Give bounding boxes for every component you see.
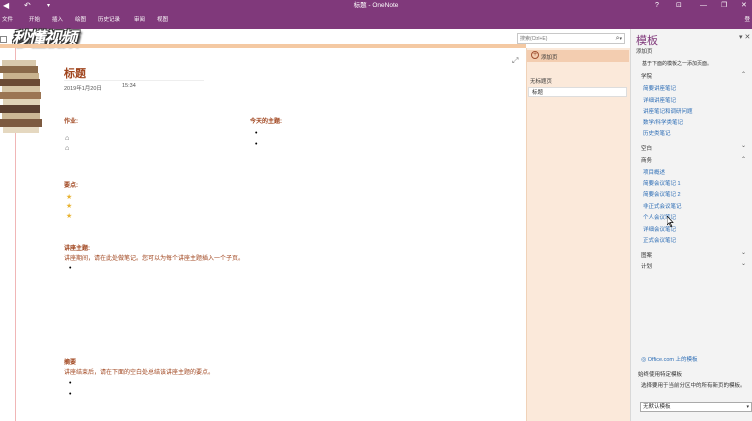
title-bar: ◀ ↶ ▾ 标题 - OneNote ? ⊡ — ❐ ✕ bbox=[0, 0, 752, 12]
chevron-down-icon: ▾ bbox=[746, 404, 749, 410]
add-page-button[interactable]: + 添加页 bbox=[527, 50, 629, 62]
notebook-checkbox[interactable] bbox=[0, 36, 7, 43]
chevron-down-icon[interactable]: ▾ bbox=[739, 34, 743, 41]
bullet-item[interactable]: • bbox=[69, 391, 71, 398]
tab-history[interactable]: 历史记录 bbox=[98, 15, 120, 23]
page-list-item[interactable]: 无标题页 bbox=[530, 77, 552, 85]
bullet-item[interactable]: • bbox=[69, 265, 71, 272]
template-link[interactable]: 历史类笔记 bbox=[643, 129, 671, 137]
template-link[interactable]: 详细讲座笔记 bbox=[643, 96, 676, 104]
title-underline bbox=[64, 80, 204, 81]
chevron-down-icon[interactable]: ⌄ bbox=[741, 142, 746, 149]
star-icon: ★ bbox=[66, 203, 73, 210]
bullet-item[interactable]: • bbox=[69, 380, 71, 387]
star-icon: ★ bbox=[66, 213, 73, 220]
restore-button[interactable]: ❐ bbox=[721, 0, 727, 12]
tab-insert[interactable]: 插入 bbox=[52, 15, 63, 23]
default-template-description: 选择要用于当前分区中的所有新页的模板。 bbox=[641, 383, 746, 389]
lecture-topic-heading[interactable]: 讲座主题: bbox=[64, 243, 90, 252]
office-icon: ◎ bbox=[641, 357, 647, 363]
page-title[interactable]: 标题 bbox=[64, 65, 86, 81]
template-link[interactable]: 正式会议笔记 bbox=[643, 236, 676, 244]
search-input[interactable] bbox=[518, 34, 608, 43]
summary-instructions[interactable]: 讲座结束后，请在下面的空白处总结该讲座主题的要点。 bbox=[64, 367, 214, 376]
sign-in-link[interactable]: 登 bbox=[744, 15, 750, 23]
category-blank[interactable]: 空白 bbox=[641, 144, 652, 152]
category-academic[interactable]: 学院 bbox=[641, 72, 652, 80]
template-link[interactable]: 讲座笔记和调研问题 bbox=[643, 107, 693, 115]
default-template-select[interactable]: 无默认模板 ▾ bbox=[640, 402, 752, 412]
template-link[interactable]: 项目概述 bbox=[643, 168, 665, 176]
templates-description: 基于下面的模板之一添加页面。 bbox=[642, 61, 713, 67]
add-icon: + bbox=[531, 51, 539, 59]
summary-heading[interactable]: 摘要 bbox=[64, 357, 76, 366]
tab-home[interactable]: 开始 bbox=[29, 15, 40, 23]
house-icon: ⌂ bbox=[65, 135, 70, 142]
close-button[interactable]: ✕ bbox=[741, 0, 747, 12]
add-page-label: 添加页 bbox=[541, 55, 558, 61]
default-template-heading: 始终使用特定模板 bbox=[638, 372, 683, 378]
close-icon[interactable]: ✕ bbox=[744, 34, 750, 41]
tab-draw[interactable]: 绘图 bbox=[75, 15, 86, 23]
page-list-panel bbox=[526, 48, 630, 421]
template-link[interactable]: 非正式会议笔记 bbox=[643, 202, 682, 210]
templates-pane-controls[interactable]: ▾ ✕ bbox=[739, 33, 750, 41]
page-list-item-label: 标题 bbox=[532, 90, 544, 96]
house-icon: ⌂ bbox=[65, 145, 70, 152]
page-date: 2019年1月20日 bbox=[64, 86, 102, 92]
chevron-down-icon[interactable]: ⌄ bbox=[741, 249, 746, 256]
template-link[interactable]: 简要讲座笔记 bbox=[643, 84, 676, 92]
chevron-down-icon[interactable]: ⌄ bbox=[741, 260, 746, 267]
homework-heading[interactable]: 作业: bbox=[64, 116, 78, 125]
templates-title: 模板 bbox=[636, 35, 658, 47]
chevron-up-icon[interactable]: ⌃ bbox=[741, 156, 746, 163]
template-link[interactable]: 数学/科学类笔记 bbox=[643, 118, 683, 126]
page-time: 15:34 bbox=[122, 83, 136, 89]
template-link[interactable]: 简要会议笔记 1 bbox=[643, 179, 681, 187]
category-planners[interactable]: 计划 bbox=[641, 262, 652, 270]
ribbon-tabs: 文件 开始 插入 绘图 历史记录 审阅 视图 登 bbox=[0, 12, 752, 29]
bullet-item[interactable]: • bbox=[255, 141, 257, 148]
help-icon[interactable]: ? bbox=[655, 0, 659, 12]
key-points-heading[interactable]: 要点: bbox=[64, 180, 78, 189]
window-title: 标题 - OneNote bbox=[353, 2, 399, 9]
expand-icon[interactable]: ⤢ bbox=[512, 56, 518, 66]
today-topic-heading[interactable]: 今天的主题: bbox=[250, 116, 282, 125]
template-link[interactable]: 简要会议笔记 2 bbox=[643, 190, 681, 198]
category-decorative[interactable]: 图案 bbox=[641, 251, 652, 259]
tab-file[interactable]: 文件 bbox=[2, 15, 13, 23]
ribbon-display-icon[interactable]: ⊡ bbox=[676, 0, 682, 12]
tab-review[interactable]: 审阅 bbox=[134, 15, 145, 23]
mouse-cursor-icon bbox=[667, 216, 674, 227]
templates-add-page-heading: 添加页 bbox=[636, 49, 653, 55]
office-templates-link[interactable]: ◎ Office.com 上的模板 bbox=[641, 355, 698, 363]
chevron-up-icon[interactable]: ⌃ bbox=[741, 71, 746, 78]
tab-view[interactable]: 视图 bbox=[157, 15, 168, 23]
search-icon[interactable]: ⌕▾ bbox=[616, 34, 622, 44]
search-box[interactable]: ⌕▾ bbox=[517, 33, 625, 44]
section-tab-strip bbox=[0, 44, 526, 48]
bullet-item[interactable]: • bbox=[255, 130, 257, 137]
minimize-button[interactable]: — bbox=[700, 0, 707, 12]
lecture-instructions[interactable]: 讲座期间，请在此处做笔记。您可以为每个讲座主题插入一个子页。 bbox=[64, 253, 244, 262]
star-icon: ★ bbox=[66, 194, 73, 201]
category-business[interactable]: 商务 bbox=[641, 156, 652, 164]
books-image bbox=[0, 60, 42, 133]
